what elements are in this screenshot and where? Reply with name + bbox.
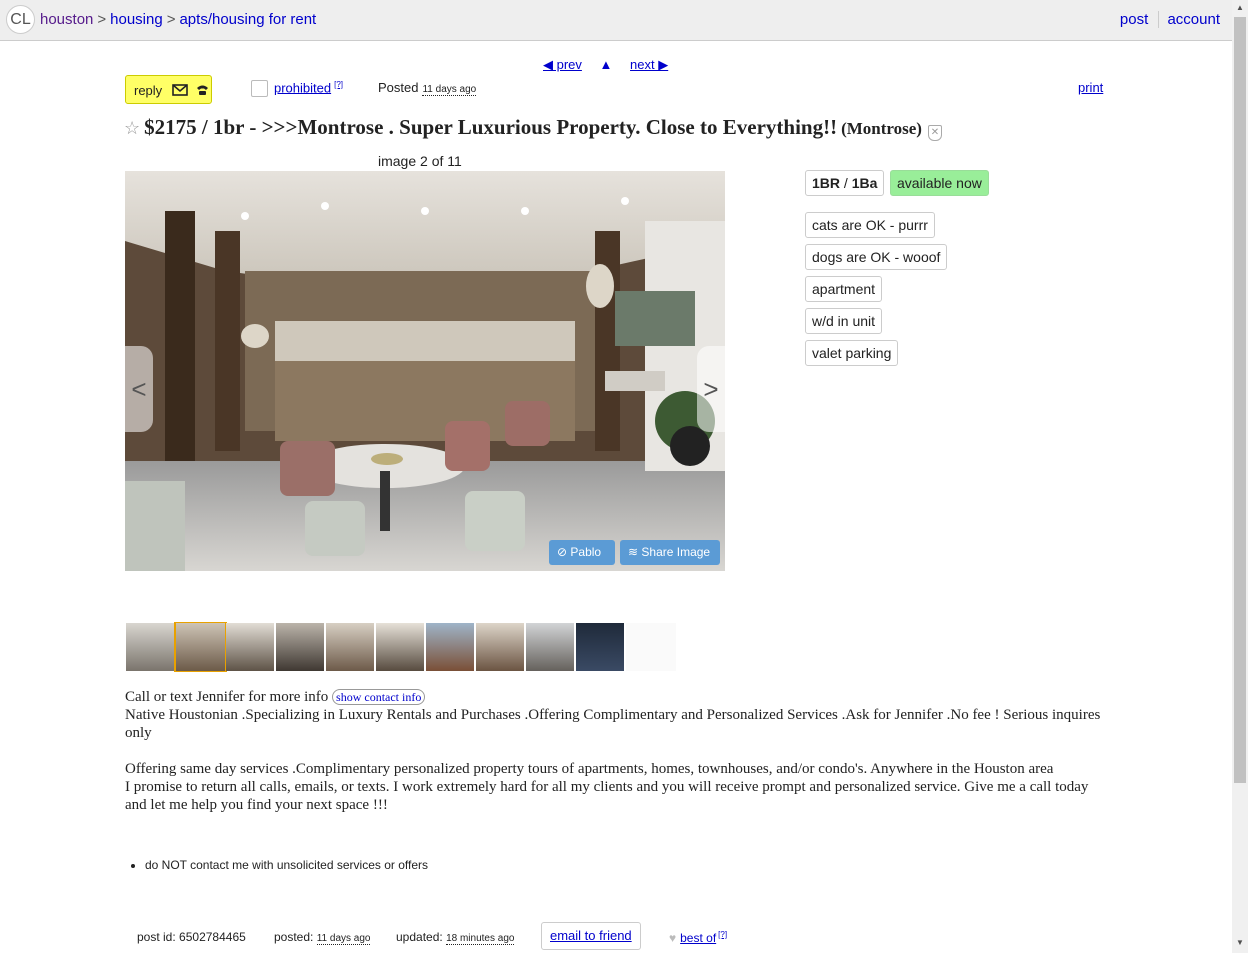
layers-icon: ≋	[628, 545, 642, 559]
envelope-icon	[172, 84, 188, 96]
breadcrumb: houston > housing > apts/housing for rent	[40, 11, 316, 28]
best-of-link[interactable]: best of	[680, 931, 716, 945]
prev-link[interactable]: ◀ prev	[543, 57, 582, 72]
breadcrumb-apts-housing[interactable]: apts/housing for rent	[179, 11, 316, 28]
next-link[interactable]: next ▶	[630, 57, 668, 72]
scroll-up-arrow-icon[interactable]: ▲	[1236, 3, 1244, 12]
footer-posted: posted: 11 days ago	[274, 930, 371, 945]
thumbnail[interactable]	[226, 623, 274, 671]
thumbnail[interactable]	[376, 623, 424, 671]
best-of-help-link[interactable]: [?]	[718, 930, 727, 939]
breadcrumb-separator: >	[97, 11, 107, 28]
best-of: ♥ best of [?]	[669, 930, 727, 945]
prohibited-checkbox[interactable]	[251, 80, 268, 97]
body-line: Native Houstonian .Specializing in Luxur…	[125, 707, 1101, 741]
scrollbar-thumb[interactable]	[1234, 17, 1246, 783]
attribute-tag: dogs are OK - wooof	[805, 244, 948, 270]
attribute-tag: w/d in unit	[805, 308, 883, 334]
heart-icon: ♥	[669, 931, 677, 945]
thumbnail[interactable]	[526, 623, 574, 671]
user-links: post account	[1119, 11, 1220, 28]
pablo-icon: ⊘	[557, 545, 571, 559]
footer-updated-ago: 18 minutes ago	[446, 933, 515, 945]
posting-title-text: $2175 / 1br - >>>Montrose . Super Luxuri…	[144, 115, 838, 139]
thumbnail[interactable]	[476, 623, 524, 671]
phone-icon	[197, 85, 209, 95]
notices: do NOT contact me with unsolicited servi…	[130, 858, 428, 872]
hide-posting-icon[interactable]: ✕	[927, 125, 942, 141]
availability-badge: available now	[890, 170, 989, 196]
pablo-button[interactable]: ⊘ Pablo	[549, 540, 615, 565]
up-link[interactable]: ▲	[600, 57, 613, 72]
thumbnail-strip	[125, 622, 677, 672]
posted-label: Posted	[378, 80, 419, 95]
share-image-button[interactable]: ≋ Share Image	[620, 540, 720, 565]
posting-body: Call or text Jennifer for more info show…	[125, 688, 1105, 814]
favorite-star-icon[interactable]: ☆	[124, 118, 140, 138]
print-link[interactable]: print	[1078, 80, 1103, 95]
prev-image-button[interactable]: <	[125, 346, 153, 432]
email-to-friend-link[interactable]: email to friend	[541, 922, 641, 950]
thumbnail[interactable]	[326, 623, 374, 671]
lobby-photo	[125, 171, 725, 571]
post-id-label: post id:	[137, 930, 176, 944]
reply-button[interactable]: reply	[125, 75, 212, 104]
prohibited-help-link[interactable]: [?]	[334, 80, 343, 89]
thumbnail[interactable]	[576, 623, 624, 671]
posting-footer: post id: 6502784465 posted: 11 days ago …	[137, 922, 757, 952]
footer-updated: updated: 18 minutes ago	[396, 930, 515, 945]
craigslist-logo[interactable]: CL	[6, 5, 35, 34]
breadcrumb-housing[interactable]: housing	[110, 11, 163, 28]
footer-posted-label: posted:	[274, 930, 314, 944]
vertical-scrollbar[interactable]: ▲ ▼	[1232, 0, 1248, 953]
next-image-button[interactable]: >	[697, 346, 725, 432]
show-contact-info-button[interactable]: show contact info	[332, 689, 426, 705]
footer-updated-label: updated:	[396, 930, 443, 944]
post-link[interactable]: post	[1119, 11, 1160, 28]
bedroom-bathroom-badge: 1BR / 1Ba	[805, 170, 885, 196]
prohibited-flag: prohibited [?]	[274, 80, 343, 95]
thumbnail[interactable]	[276, 623, 324, 671]
attribute-tag: valet parking	[805, 340, 899, 366]
prev-next-nav: ◀ prev ▲ next ▶	[543, 57, 682, 73]
neighborhood: (Montrose)	[841, 119, 922, 138]
header-bar: CL houston > housing > apts/housing for rent…	[0, 0, 1232, 41]
body-line: I promise to return all calls, emails, o…	[125, 779, 1089, 813]
attribute-tag: cats are OK - purrr	[805, 212, 935, 238]
bedrooms: 1BR	[812, 175, 841, 191]
footer-posted-ago: 11 days ago	[316, 933, 371, 945]
breadcrumb-houston[interactable]: houston	[40, 11, 93, 28]
share-image-label: Share Image	[641, 545, 711, 559]
attribute-tag: apartment	[805, 276, 883, 302]
notice-item: do NOT contact me with unsolicited servi…	[145, 858, 428, 872]
pablo-label: Pablo	[570, 545, 602, 559]
prohibited-link[interactable]: prohibited	[274, 80, 331, 95]
bathrooms: 1Ba	[851, 175, 878, 191]
thumbnail[interactable]	[126, 623, 174, 671]
breadcrumb-separator: >	[166, 11, 176, 28]
image-counter: image 2 of 11	[378, 153, 462, 169]
thumbnail-selected[interactable]	[174, 622, 227, 672]
thumbnail[interactable]	[426, 623, 474, 671]
thumbnail[interactable]	[626, 623, 676, 671]
posted-date: Posted 11 days ago	[378, 80, 477, 96]
post-id: post id: 6502784465	[137, 930, 246, 944]
scroll-down-arrow-icon[interactable]: ▼	[1236, 938, 1244, 947]
posting-title: ☆ $2175 / 1br - >>>Montrose . Super Luxur…	[124, 115, 942, 141]
body-line: Call or text Jennifer for more info	[125, 689, 329, 705]
account-link[interactable]: account	[1167, 11, 1220, 28]
body-line: Offering same day services .Complimentar…	[125, 761, 1054, 777]
post-id-value: 6502784465	[179, 930, 246, 944]
reply-label: reply	[134, 83, 163, 98]
main-image[interactable]: < > ⊘ Pablo ≋ Share Image	[125, 171, 725, 571]
posted-ago: 11 days ago	[422, 84, 477, 96]
